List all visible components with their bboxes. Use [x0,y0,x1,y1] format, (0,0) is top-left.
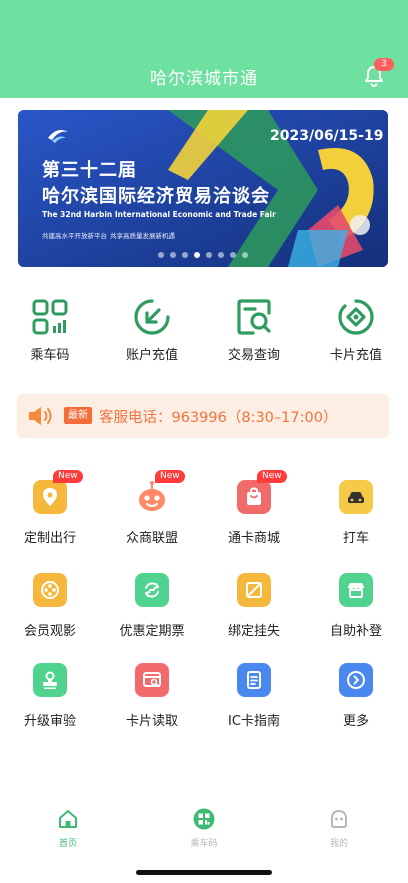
tab-profile-label: 我的 [329,839,348,849]
tab-qr-code-label: 乘车码 [190,839,218,849]
qr-code-icon [193,808,215,830]
upgrade-review-button[interactable]: 升级审验 [0,663,100,743]
banner-subtitle-right: 共享高质量发展新机遇 [110,232,175,240]
new-badge: New [257,470,287,483]
card-read-icon [143,672,161,688]
more-button[interactable]: 更多 [306,663,406,743]
carousel-dot[interactable] [194,252,200,258]
card-read-button[interactable]: 卡片读取 [102,663,202,743]
page-title: 哈尔滨城市通 [150,69,258,89]
notice-text: 客服电话：963996（8:30–17:00） [99,410,338,426]
transaction-search-button[interactable]: 交易查询 [204,294,304,374]
banner-title-line2: 哈尔滨国际经济贸易洽谈会 [42,186,270,207]
mascot-icon [139,481,165,511]
carousel-dot[interactable] [170,252,176,258]
notice-bar[interactable]: 最新 客服电话：963996（8:30–17:00） [17,394,389,438]
banner-subtitle-left: 共建高水平开放新平台 [42,232,107,240]
account-recharge-label: 账户充值 [125,348,178,363]
merchant-alliance-button[interactable]: New 众商联盟 [102,470,202,560]
ic-card-guide-label: IC卡指南 [228,714,280,729]
shopping-bag-icon [247,487,261,505]
qr-code-button[interactable]: 乘车码 [0,294,100,374]
card-read-label: 卡片读取 [125,714,178,729]
banner-date: 2023/06/15-19 [270,128,384,144]
promo-banner[interactable]: 2023/06/15-19 第三十二届 哈尔滨国际经济贸易洽谈会 The 32n… [18,110,388,267]
tab-home[interactable]: 首页 [28,808,108,849]
custom-travel-button[interactable]: New 定制出行 [0,470,100,560]
taxi-icon [348,492,364,503]
card-recharge-button[interactable]: 卡片充值 [306,294,406,374]
stamp-icon [43,671,57,689]
unlink-card-icon [246,582,262,598]
ic-card-guide-button[interactable]: IC卡指南 [204,663,304,743]
periodic-ticket-button[interactable]: 优惠定期票 [102,573,202,653]
merchant-alliance-label: 众商联盟 [125,531,178,546]
notification-badge: 3 [374,58,394,71]
taxi-label: 打车 [342,531,369,546]
cycle-ticket-icon [145,582,159,598]
card-mall-label: 通卡商城 [227,531,280,546]
carousel-dot[interactable] [218,252,224,258]
self-service-register-label: 自助补登 [329,624,382,639]
member-movie-label: 会员观影 [23,624,76,639]
transaction-search-icon [237,299,271,335]
taxi-button[interactable]: 打车 [306,480,406,560]
speaker-icon [29,407,52,425]
card-recharge-label: 卡片充值 [329,348,382,363]
upgrade-review-label: 升级审验 [23,714,76,729]
notice-tag: 最新 [64,407,92,424]
transaction-search-label: 交易查询 [227,348,280,363]
guide-doc-icon [247,671,261,689]
banner-title-line1: 第三十二届 [42,160,137,181]
tab-profile[interactable]: 我的 [299,808,379,849]
bind-report-loss-label: 绑定挂失 [227,624,280,639]
carousel-dot[interactable] [242,252,248,258]
app-header: 哈尔滨城市通 3 [0,0,408,98]
location-pin-icon [43,488,57,506]
custom-travel-label: 定制出行 [23,531,76,546]
self-service-register-button[interactable]: 自助补登 [306,573,406,653]
profile-icon [331,809,347,828]
account-recharge-button[interactable]: 账户充值 [102,294,202,374]
member-movie-button[interactable]: 会员观影 [0,573,100,653]
new-badge: New [155,470,185,483]
carousel-dot[interactable] [206,252,212,258]
banner-english-title: The 32nd Harbin International Economic a… [42,210,276,219]
quick-actions: 乘车码 账户充值 交易查询 卡片充值 [0,294,408,374]
recharge-arrow-icon [134,299,170,335]
tab-qr-code[interactable]: 乘车码 [164,808,244,849]
bottom-tab-bar: 首页 乘车码 我的 [0,800,408,860]
carousel-dot[interactable] [230,252,236,258]
more-chevron-icon [347,671,365,689]
carousel-dot[interactable] [182,252,188,258]
card-mall-button[interactable]: New 通卡商城 [204,470,304,560]
more-label: 更多 [342,714,369,729]
expo-logo-icon [48,130,68,143]
qr-code-icon [32,299,68,335]
carousel-dot[interactable] [158,252,164,258]
film-reel-icon [41,581,59,599]
kiosk-icon [348,583,364,598]
home-icon [59,810,77,828]
bind-report-loss-button[interactable]: 绑定挂失 [204,573,304,653]
home-indicator [136,870,272,875]
periodic-ticket-label: 优惠定期票 [119,624,185,639]
tab-home-label: 首页 [58,839,77,849]
new-badge: New [53,470,83,483]
qr-code-label: 乘车码 [30,348,70,363]
carousel-indicator[interactable] [18,252,388,258]
card-recharge-icon [338,299,374,335]
